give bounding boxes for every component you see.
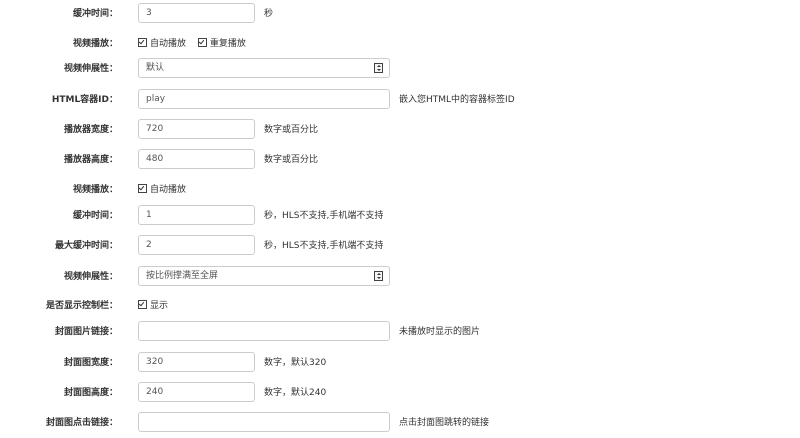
buffer-time-input[interactable]: 3	[138, 3, 255, 23]
buffer-time-row-2: 缓冲时间： 1 秒，HLS不支持,手机端不支持	[0, 205, 800, 227]
video-play-label-2: 视频播放：	[72, 185, 118, 195]
cover-click-url-label: 封面图点击链接：	[45, 418, 118, 428]
video-stretch-select[interactable]: 默认	[138, 58, 390, 78]
video-stretch-row: 视频伸展性： 默认	[0, 58, 800, 80]
video-stretch-label: 视频伸展性：	[63, 64, 118, 74]
checkbox-icon	[138, 300, 147, 309]
cover-width-hint: 数字，默认320	[264, 358, 327, 368]
player-height-label: 播放器高度：	[63, 155, 118, 165]
loop-option-label: 重复播放	[209, 39, 246, 49]
buffer-time-label-2: 缓冲时间：	[72, 211, 118, 221]
cover-width-row: 封面图宽度： 320 数字，默认320	[0, 352, 800, 374]
buffer-time-hint-2: 秒，HLS不支持,手机端不支持	[264, 211, 384, 221]
player-width-input[interactable]: 720	[138, 119, 255, 139]
loop-checkbox[interactable]: 重复播放	[197, 33, 246, 55]
video-stretch-select-2[interactable]: 按比例撑满至全屏	[138, 266, 390, 286]
video-stretch-row-2: 视频伸展性： 按比例撑满至全屏	[0, 266, 800, 288]
video-play-options: 自动播放 重复播放	[138, 33, 255, 55]
video-play-row-2: 视频播放： 自动播放	[0, 179, 800, 201]
autoplay-option-label: 自动播放	[150, 39, 187, 49]
max-buffer-time-hint: 秒，HLS不支持,手机端不支持	[264, 241, 384, 251]
autoplay-checkbox[interactable]: 自动播放	[138, 33, 186, 55]
buffer-time-row: 缓冲时间： 3 秒	[0, 3, 800, 25]
cover-height-label: 封面图高度：	[63, 388, 118, 398]
player-height-hint: 数字或百分比	[264, 155, 319, 165]
cover-image-url-label: 封面图片链接：	[54, 327, 118, 337]
buffer-time-label: 缓冲时间：	[72, 9, 118, 19]
cover-height-hint: 数字，默认240	[264, 388, 327, 398]
player-width-hint: 数字或百分比	[264, 125, 319, 135]
video-play-label: 视频播放：	[72, 39, 118, 49]
checkbox-icon	[138, 38, 147, 47]
cover-click-url-row: 封面图点击链接： 点击封面图跳转的链接	[0, 412, 800, 434]
select-arrows-icon	[374, 271, 383, 281]
player-width-row: 播放器宽度： 720 数字或百分比	[0, 119, 800, 141]
max-buffer-time-input[interactable]: 2	[138, 235, 255, 255]
show-controls-checkbox[interactable]: 显示	[138, 295, 168, 317]
cover-image-url-hint: 未播放时显示的图片	[399, 327, 481, 337]
show-controls-row: 是否显示控制栏： 显示	[0, 295, 800, 317]
show-controls-option-label: 显示	[150, 301, 169, 311]
video-stretch-label-2: 视频伸展性：	[63, 272, 118, 282]
cover-height-input[interactable]: 240	[138, 382, 255, 402]
cover-click-url-hint: 点击封面图跳转的链接	[399, 418, 490, 428]
checkbox-icon	[138, 184, 147, 193]
player-width-label: 播放器宽度：	[63, 125, 118, 135]
html-container-id-label: HTML容器ID：	[51, 95, 118, 105]
autoplay-option-label-2: 自动播放	[150, 185, 187, 195]
max-buffer-time-label: 最大缓冲时间：	[54, 241, 118, 251]
cover-image-url-input[interactable]	[138, 321, 390, 341]
video-play-row: 视频播放： 自动播放 重复播放	[0, 33, 800, 55]
show-controls-label: 是否显示控制栏：	[45, 301, 118, 311]
buffer-time-input-2[interactable]: 1	[138, 205, 255, 225]
video-play-options-2: 自动播放	[138, 179, 195, 201]
select-arrows-icon	[374, 63, 383, 73]
player-height-row: 播放器高度： 480 数字或百分比	[0, 149, 800, 171]
cover-click-url-input[interactable]	[138, 412, 390, 432]
player-height-input[interactable]: 480	[138, 149, 255, 169]
video-stretch-value-2: 按比例撑满至全屏	[146, 271, 219, 281]
autoplay-checkbox-2[interactable]: 自动播放	[138, 179, 186, 201]
html-container-id-row: HTML容器ID： play 嵌入您HTML中的容器标签ID	[0, 89, 800, 111]
html-container-id-hint: 嵌入您HTML中的容器标签ID	[399, 95, 515, 105]
buffer-time-hint: 秒	[264, 9, 274, 19]
checkbox-icon	[197, 38, 207, 47]
html-container-id-input[interactable]: play	[138, 89, 390, 109]
cover-image-url-row: 封面图片链接： 未播放时显示的图片	[0, 321, 800, 343]
show-controls-options: 显示	[138, 295, 177, 317]
max-buffer-time-row: 最大缓冲时间： 2 秒，HLS不支持,手机端不支持	[0, 235, 800, 257]
cover-height-row: 封面图高度： 240 数字，默认240	[0, 382, 800, 404]
cover-width-label: 封面图宽度：	[63, 358, 118, 368]
cover-width-input[interactable]: 320	[138, 352, 255, 372]
video-stretch-value: 默认	[146, 63, 165, 73]
